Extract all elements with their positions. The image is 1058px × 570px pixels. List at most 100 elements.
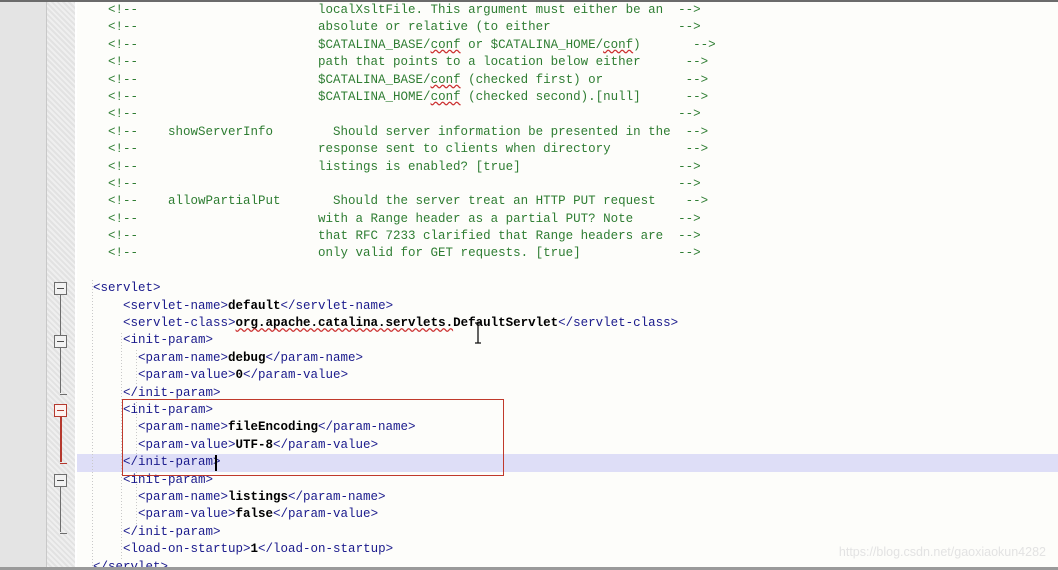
code-line[interactable]: 122 <param-value>UTF-8</param-value> xyxy=(0,437,1058,454)
code-line[interactable]: 98 <!-- absolute or relative (to either … xyxy=(0,19,1058,36)
code-segment-comment: <!-- --> xyxy=(78,107,701,122)
code-segment-tag: <init-param> xyxy=(78,402,214,417)
code-text[interactable]: <load-on-startup>1</load-on-startup> xyxy=(78,541,393,558)
fold-collapse-icon[interactable] xyxy=(54,473,67,487)
code-text[interactable]: <!-- only valid for GET requests. [true]… xyxy=(78,245,701,262)
gutter-edge-divider xyxy=(75,2,77,567)
indent-guide xyxy=(135,350,137,385)
code-line[interactable]: 114 <servlet-name>default</servlet-name> xyxy=(0,298,1058,315)
code-text[interactable]: <param-value>UTF-8</param-value> xyxy=(78,437,378,454)
code-text[interactable]: <init-param> xyxy=(78,472,213,489)
code-segment-comment-typo: conf xyxy=(430,89,461,104)
code-segment-comment: or $CATALINA_HOME/ xyxy=(460,37,604,52)
code-text[interactable]: <!-- absolute or relative (to either --> xyxy=(78,19,701,36)
code-line[interactable]: 127 </init-param> xyxy=(0,524,1058,541)
code-segment-value-typo: org.apache.catalina.servlets. xyxy=(235,316,454,331)
code-text[interactable]: <!-- listings is enabled? [true] --> xyxy=(78,159,701,176)
fold-end-marker xyxy=(60,463,67,465)
code-line[interactable]: 112 xyxy=(0,263,1058,280)
code-line[interactable]: 115 <servlet-class>org.apache.catalina.s… xyxy=(0,315,1058,332)
code-segment-comment: <!-- only valid for GET requests. [true]… xyxy=(78,246,701,261)
code-segment-comment-typo: conf xyxy=(430,72,461,87)
code-text[interactable]: </init-param> xyxy=(78,454,221,471)
code-line[interactable]: 106 <!-- listings is enabled? [true] --> xyxy=(0,159,1058,176)
code-segment-tag: </param-name> xyxy=(288,489,386,504)
code-text[interactable]: <!-- --> xyxy=(78,106,701,123)
code-segment-tag: </servlet-class> xyxy=(558,316,679,331)
code-line[interactable]: 123 </init-param> xyxy=(0,454,1058,472)
code-text[interactable]: <!-- --> xyxy=(78,176,701,193)
code-line[interactable]: 108 <!-- allowPartialPut Should the serv… xyxy=(0,193,1058,210)
code-text[interactable]: <init-param> xyxy=(78,332,213,349)
code-segment-value: debug xyxy=(228,350,266,365)
code-segment-tag: </load-on-startup> xyxy=(258,542,394,557)
code-text[interactable]: <!-- allowPartialPut Should the server t… xyxy=(78,193,708,210)
code-segment-tag: <servlet-class> xyxy=(78,316,236,331)
fold-collapse-icon[interactable] xyxy=(54,334,67,348)
code-text[interactable]: <!-- showServerInfo Should server inform… xyxy=(78,124,708,141)
code-segment-tag: <param-name> xyxy=(78,350,229,365)
code-text[interactable]: <!-- response sent to clients when direc… xyxy=(78,141,708,158)
code-text[interactable]: <!-- path that points to a location belo… xyxy=(78,54,708,71)
code-segment-comment: <!-- showServerInfo Should server inform… xyxy=(78,124,709,139)
code-segment-comment-typo: conf xyxy=(430,37,461,52)
code-line[interactable]: 105 <!-- response sent to clients when d… xyxy=(0,141,1058,158)
code-line[interactable]: 100 <!-- path that points to a location … xyxy=(0,54,1058,71)
fold-range-line xyxy=(60,481,61,532)
code-text[interactable]: <param-name>fileEncoding</param-name> xyxy=(78,419,416,436)
code-line[interactable]: 104 <!-- showServerInfo Should server in… xyxy=(0,124,1058,141)
code-rows[interactable]: 97 <!-- localXsltFile. This argument mus… xyxy=(0,2,1058,568)
code-segment-tag: <param-name> xyxy=(78,420,229,435)
code-line[interactable]: 113 <servlet> xyxy=(0,280,1058,297)
code-text[interactable]: </init-param> xyxy=(78,385,221,402)
code-line[interactable]: 99 <!-- $CATALINA_BASE/conf or $CATALINA… xyxy=(0,37,1058,54)
code-text[interactable]: <init-param> xyxy=(78,402,213,419)
code-line[interactable]: 119 </init-param> xyxy=(0,385,1058,402)
code-segment-value: default xyxy=(228,298,281,313)
code-line[interactable]: 129 </servlet> xyxy=(0,559,1058,568)
code-text[interactable]: <!-- localXsltFile. This argument must e… xyxy=(78,2,701,19)
code-segment-comment: <!-- allowPartialPut Should the server t… xyxy=(78,194,709,209)
code-text[interactable]: <servlet-class>org.apache.catalina.servl… xyxy=(78,315,678,332)
code-text[interactable]: <servlet-name>default</servlet-name> xyxy=(78,298,393,315)
code-line[interactable]: 102 <!-- $CATALINA_HOME/conf (checked se… xyxy=(0,89,1058,106)
code-text[interactable]: <!-- $CATALINA_BASE/conf (checked first)… xyxy=(78,72,708,89)
fold-end-marker xyxy=(60,533,67,534)
code-line[interactable]: 125 <param-name>listings</param-name> xyxy=(0,489,1058,506)
code-editor[interactable]: 97 <!-- localXsltFile. This argument mus… xyxy=(0,0,1058,570)
code-line[interactable]: 118 <param-value>0</param-value> xyxy=(0,367,1058,384)
code-line[interactable]: 126 <param-value>false</param-value> xyxy=(0,506,1058,523)
code-line[interactable]: 109 <!-- with a Range header as a partia… xyxy=(0,211,1058,228)
code-segment-comment: <!-- $CATALINA_BASE/ xyxy=(78,72,431,87)
code-line[interactable]: 107 <!-- --> xyxy=(0,176,1058,193)
code-text[interactable]: <param-value>false</param-value> xyxy=(78,506,378,523)
code-line[interactable]: 120 <init-param> xyxy=(0,402,1058,419)
code-line[interactable]: 97 <!-- localXsltFile. This argument mus… xyxy=(0,2,1058,19)
code-line[interactable]: 101 <!-- $CATALINA_BASE/conf (checked fi… xyxy=(0,72,1058,89)
code-segment-tag: </param-value> xyxy=(273,507,379,522)
fold-collapse-icon[interactable] xyxy=(54,282,67,296)
code-text[interactable]: <servlet> xyxy=(78,280,161,297)
code-segment-tag: <init-param> xyxy=(78,333,214,348)
code-text[interactable]: <param-name>listings</param-name> xyxy=(78,489,386,506)
code-line[interactable]: 110 <!-- that RFC 7233 clarified that Ra… xyxy=(0,228,1058,245)
code-text[interactable]: <!-- $CATALINA_HOME/conf (checked second… xyxy=(78,89,708,106)
code-segment-value: listings xyxy=(228,489,289,504)
fold-collapse-icon[interactable] xyxy=(54,404,67,418)
code-text[interactable]: </init-param> xyxy=(78,524,221,541)
mouse-ibeam-cursor xyxy=(475,322,481,344)
code-segment-comment: <!-- localXsltFile. This argument must e… xyxy=(78,3,701,17)
current-line-highlight xyxy=(76,454,1058,472)
code-text[interactable]: <param-value>0</param-value> xyxy=(78,367,348,384)
code-text[interactable]: <!-- $CATALINA_BASE/conf or $CATALINA_HO… xyxy=(78,37,716,54)
code-line[interactable]: 121 <param-name>fileEncoding</param-name… xyxy=(0,419,1058,436)
code-line[interactable]: 117 <param-name>debug</param-name> xyxy=(0,350,1058,367)
code-segment-tag: <param-value> xyxy=(78,437,236,452)
code-line[interactable]: 124 <init-param> xyxy=(0,472,1058,489)
code-text[interactable]: <!-- that RFC 7233 clarified that Range … xyxy=(78,228,701,245)
code-segment-tag: <servlet-name> xyxy=(78,298,229,313)
code-line[interactable]: 111 <!-- only valid for GET requests. [t… xyxy=(0,245,1058,262)
code-text[interactable]: <!-- with a Range header as a partial PU… xyxy=(78,211,701,228)
code-line[interactable]: 103 <!-- --> xyxy=(0,106,1058,123)
code-line[interactable]: 116 <init-param> xyxy=(0,332,1058,349)
